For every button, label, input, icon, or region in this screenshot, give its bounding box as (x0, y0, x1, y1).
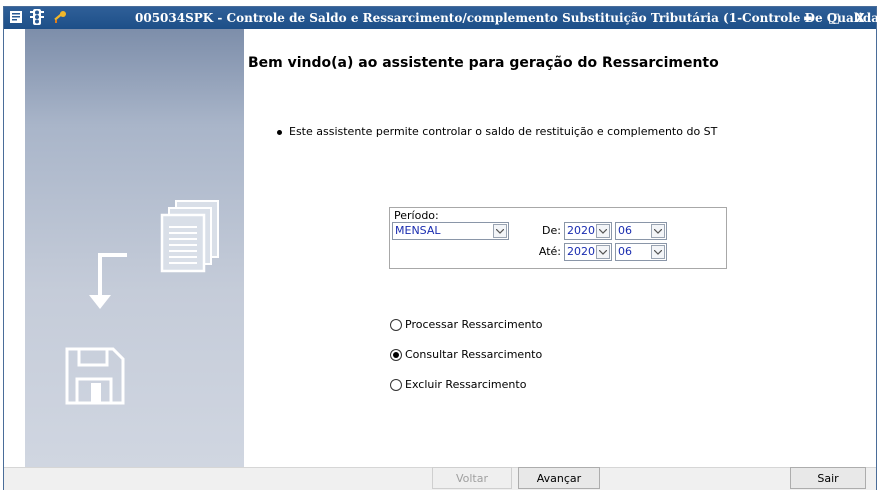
de-month-select[interactable]: 06 (615, 222, 667, 240)
ate-year-select[interactable]: 2020 (564, 243, 612, 261)
wizard-side-panel (25, 29, 244, 467)
bullet-icon (277, 129, 282, 135)
wizard-heading: Bem vindo(a) ao assistente para geração … (248, 55, 719, 71)
documents-icon (160, 200, 219, 273)
radio-button[interactable] (390, 348, 402, 361)
periodo-group: Período: MENSAL De: 2020 06 Até: 2020 06 (389, 207, 727, 269)
app-menu-icon[interactable] (8, 9, 24, 25)
radio-processar[interactable]: Processar Ressarcimento (390, 318, 543, 331)
close-button[interactable]: X (852, 10, 868, 26)
radio-processar-label: Processar Ressarcimento (405, 318, 543, 331)
maximize-button[interactable]: □ (826, 10, 842, 26)
periodo-label: Período: (394, 209, 439, 222)
de-label: De: (542, 224, 561, 237)
key-icon[interactable] (52, 9, 68, 25)
radio-button[interactable] (390, 378, 402, 391)
radio-excluir[interactable]: Excluir Ressarcimento (390, 378, 526, 391)
maximize-icon: □ (827, 10, 841, 26)
de-month-value: 06 (618, 224, 632, 237)
wizard-description: Este assistente permite controlar o sald… (277, 125, 717, 138)
floppy-disk-icon (65, 347, 125, 405)
periodo-type-value: MENSAL (395, 224, 441, 237)
periodo-type-select[interactable]: MENSAL (392, 222, 509, 240)
minimize-button[interactable]: ▬ (800, 10, 816, 26)
ate-year-value: 2020 (567, 245, 595, 258)
next-button[interactable]: Avançar (518, 467, 600, 489)
title-bar: 005034SPK - Controle de Saldo e Ressarci… (4, 7, 885, 29)
wizard-content: Bem vindo(a) ao assistente para geração … (244, 29, 876, 467)
radio-consultar[interactable]: Consultar Ressarcimento (390, 348, 542, 361)
back-button[interactable]: Voltar (432, 467, 512, 489)
chevron-down-icon[interactable] (596, 245, 610, 259)
de-year-value: 2020 (567, 224, 595, 237)
chevron-down-icon[interactable] (651, 245, 665, 259)
close-icon: X (855, 11, 865, 25)
ate-label: Até: (538, 245, 561, 258)
window-title: 005034SPK - Controle de Saldo e Ressarci… (135, 11, 885, 25)
radio-consultar-label: Consultar Ressarcimento (405, 348, 543, 361)
wizard-footer: Voltar Avançar Sair (4, 467, 876, 490)
radio-excluir-label: Excluir Ressarcimento (405, 378, 527, 391)
wizard-window: 005034SPK - Controle de Saldo e Ressarci… (3, 6, 885, 490)
exit-button[interactable]: Sair (790, 467, 866, 489)
ate-month-value: 06 (618, 245, 632, 258)
chevron-down-icon[interactable] (596, 224, 610, 238)
ate-month-select[interactable]: 06 (615, 243, 667, 261)
chevron-down-icon[interactable] (493, 224, 507, 238)
chevron-down-icon[interactable] (651, 224, 665, 238)
minimize-icon: ▬ (803, 12, 813, 24)
description-text: Este assistente permite controlar o sald… (289, 125, 718, 138)
traffic-light-icon[interactable] (29, 9, 45, 25)
radio-button[interactable] (390, 318, 402, 331)
de-year-select[interactable]: 2020 (564, 222, 612, 240)
down-arrow-icon (89, 253, 127, 309)
